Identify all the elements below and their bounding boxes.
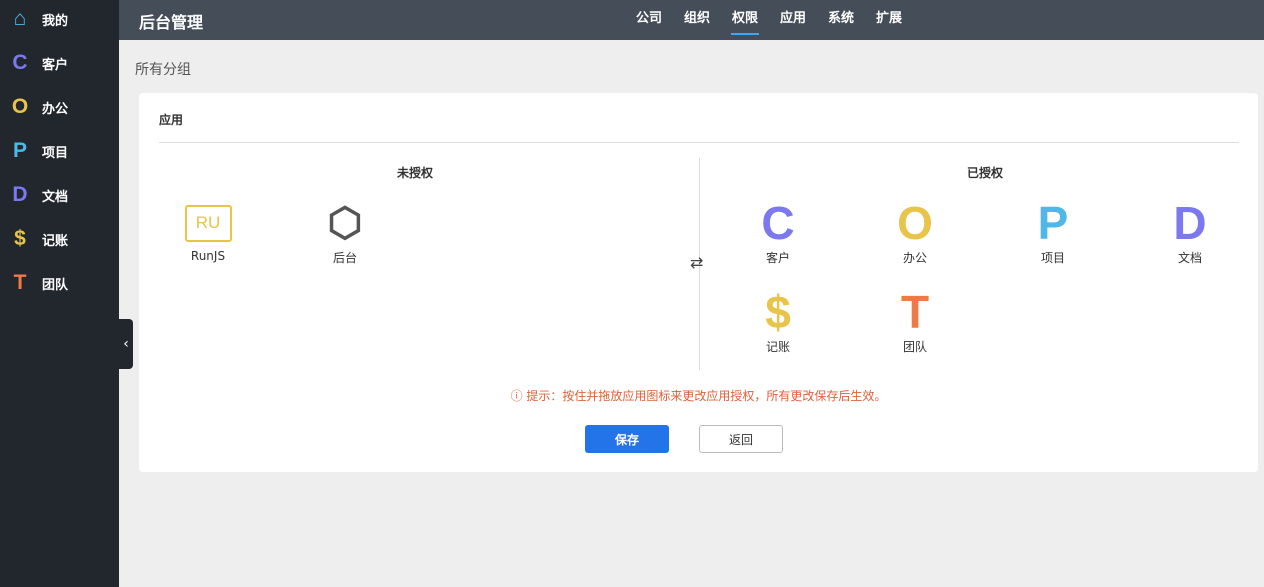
tab-2[interactable]: 权限 (721, 0, 769, 40)
home-icon: ⌂ (13, 7, 27, 30)
sidebar-item-2[interactable]: O 办公 (0, 85, 119, 129)
sidebar-item-6[interactable]: T 团队 (0, 261, 119, 305)
breadcrumb: 所有分组 (135, 62, 191, 78)
app-label: 后台 (332, 251, 357, 265)
divider (159, 142, 1239, 143)
save-button[interactable]: 保存 (585, 425, 669, 453)
p-icon: P (12, 139, 27, 162)
chevron-left-icon: ‹ (123, 336, 129, 352)
app-auth-4[interactable]: $ 记账 (733, 286, 823, 355)
tab-0[interactable]: 公司 (625, 0, 673, 40)
tab-3[interactable]: 应用 (769, 0, 817, 40)
app-icon: $ (765, 286, 791, 338)
app-label: 办公 (902, 251, 927, 265)
app-label: 记账 (765, 340, 790, 354)
card-title: 应用 (159, 113, 184, 127)
sidebar-item-5[interactable]: $ 记账 (0, 217, 119, 261)
sidebar-item-1[interactable]: C 客户 (0, 41, 119, 85)
tab-5[interactable]: 扩展 (865, 0, 913, 40)
app-auth-1[interactable]: O 办公 (870, 197, 960, 266)
tab-1[interactable]: 组织 (673, 0, 721, 40)
app-icon: C (761, 197, 795, 249)
sidebar-item-label: 办公 (42, 101, 69, 117)
back-button[interactable]: 返回 (699, 425, 783, 453)
app-icon: T (900, 286, 930, 338)
tab-4[interactable]: 系统 (817, 0, 865, 40)
app-auth-5[interactable]: T 团队 (870, 286, 960, 355)
sidebar-item-label: 文档 (42, 189, 69, 205)
app-label: 项目 (1040, 251, 1065, 265)
app-label: 客户 (765, 251, 790, 265)
authorized-title: 已授权 (966, 166, 1004, 180)
app-icon: RU (184, 204, 232, 242)
sidebar-item-0[interactable]: ⌂ 我的 (0, 0, 119, 41)
dollar-icon: $ (14, 227, 26, 250)
sidebar-item-label: 项目 (42, 145, 69, 161)
swap-icon: ⇄ (690, 253, 704, 272)
app-icon: O (897, 197, 933, 249)
hint-text: ⓘ 提示：按住并拖放应用图标来更改应用授权，所有更改保存后生效。 (510, 389, 887, 403)
app-icon: D (1173, 197, 1207, 249)
o-icon: O (11, 95, 29, 118)
app-auth-0[interactable]: C 客户 (733, 197, 823, 266)
c-icon: C (12, 51, 28, 74)
app-backend[interactable]: ⬡ 后台 (300, 201, 390, 266)
top-nav: 公司 组织 权限 应用 系统 扩展 (625, 0, 913, 40)
app-label: 团队 (902, 340, 927, 354)
collapse-sidebar-button[interactable]: ‹ (119, 319, 133, 369)
app-icon: ⬡ (327, 201, 363, 245)
sidebar-item-label: 我的 (42, 13, 69, 29)
t-icon: T (13, 271, 27, 294)
apps-card: 应用 未授权 已授权 ⇄ ⓘ 提示：按住并拖放应用图标来更改应用授权，所有更改保… (139, 93, 1258, 472)
app-title: 后台管理 (139, 13, 204, 32)
app-auth-3[interactable]: D 文档 (1145, 197, 1235, 266)
app-icon: P (1037, 197, 1069, 249)
sidebar-item-label: 团队 (42, 277, 69, 293)
sidebar-item-label: 客户 (42, 57, 69, 73)
sidebar: ⌂ 我的 C 客户 O 办公 P 项目 D 文档 $ 记账 T 团队 (0, 0, 119, 587)
app-auth-2[interactable]: P 项目 (1008, 197, 1098, 266)
sidebar-item-label: 记账 (42, 233, 69, 249)
app-label: 文档 (1177, 251, 1202, 265)
sidebar-item-4[interactable]: D 文档 (0, 173, 119, 217)
app-runjs[interactable]: RU RunJS (163, 201, 253, 263)
header: 后台管理 公司 组织 权限 应用 系统 扩展 (119, 0, 1264, 40)
app-label: RunJS (190, 249, 226, 263)
sidebar-item-3[interactable]: P 项目 (0, 129, 119, 173)
d-icon: D (12, 183, 28, 206)
unauthorized-title: 未授权 (396, 166, 434, 180)
